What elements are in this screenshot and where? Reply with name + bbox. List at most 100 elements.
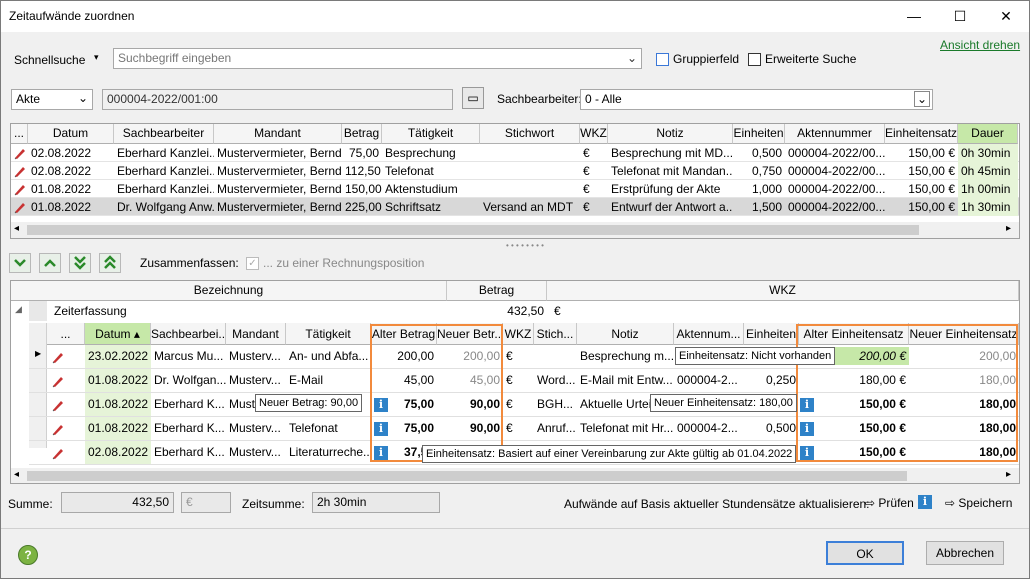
lower-col-header[interactable]: ... [47, 323, 85, 345]
pencil-edit-icon[interactable] [51, 374, 65, 388]
upper-scroll-thumb[interactable] [27, 225, 919, 235]
close-button[interactable]: ✕ [983, 1, 1029, 32]
lower-col-header[interactable]: Stich... [534, 323, 577, 345]
table-cell: 01.08.2022 [31, 200, 92, 214]
upper-col-header[interactable]: Sachbearbeiter [114, 124, 214, 144]
ok-button[interactable]: OK [826, 541, 904, 565]
pencil-edit-icon[interactable] [51, 422, 65, 436]
table-cell: 1,500 [751, 200, 782, 214]
minimize-button[interactable]: — [891, 1, 937, 32]
lower-col-header[interactable]: Sachbearbei... [151, 323, 226, 345]
lower-col-header[interactable]: Notiz [577, 323, 674, 345]
table-cell: 150,00 [345, 182, 382, 196]
group-row-wkz: € [554, 304, 561, 318]
pencil-edit-icon[interactable] [51, 398, 65, 412]
table-cell: Mustervermieter, Bernd [217, 200, 342, 214]
table-cell: 0,500 [751, 146, 782, 160]
arrow-right-icon: ⇨ [945, 496, 959, 510]
group-header-betrag[interactable]: Betrag [447, 281, 547, 301]
table-cell: Aktenstudium [385, 182, 458, 196]
table-cell: Erstprüfung der Akte [611, 182, 721, 196]
pencil-edit-icon[interactable] [51, 350, 65, 364]
maximize-button[interactable]: ☐ [937, 1, 983, 32]
pruefen-button[interactable]: ⇨ Prüfen [865, 496, 914, 510]
table-cell: 000004-2022/00... [788, 200, 885, 214]
erweiterte-suche-label: Erweiterte Suche [765, 52, 857, 66]
gruppierfeld-checkbox[interactable] [656, 53, 669, 66]
lower-col-header[interactable]: WKZ [503, 323, 534, 345]
move-bottom-button[interactable] [69, 253, 91, 273]
table-cell: € [583, 164, 590, 178]
table-cell: 000004-2022/00... [788, 182, 885, 196]
summe-label: Summe: [8, 497, 53, 511]
zusammenfassen-label: Zusammenfassen: [140, 256, 239, 270]
upper-col-header[interactable]: Einheiten [733, 124, 785, 144]
lower-col-header[interactable]: Einheiten [744, 323, 799, 345]
table-cell: 1h 00min [958, 180, 1018, 198]
akte-picker-icon[interactable]: ▭ [462, 87, 484, 109]
table-cell: Musterv... [229, 373, 281, 387]
upper-col-header[interactable]: Einheitensatz [885, 124, 958, 144]
table-cell: 225,00 [345, 200, 382, 214]
rechnungsposition-checkbox[interactable]: ✓ [246, 257, 259, 270]
lower-horizontal-scrollbar[interactable]: ◂ ▸ [11, 468, 1019, 483]
lower-col-header[interactable]: Datum ▴ [85, 323, 151, 345]
double-chevron-down-icon [74, 256, 86, 270]
ansicht-drehen-link[interactable]: Ansicht drehen [940, 38, 1020, 52]
upper-col-header[interactable]: Tätigkeit [382, 124, 480, 144]
erweiterte-suche-checkbox[interactable] [748, 53, 761, 66]
table-cell: € [506, 349, 513, 363]
lower-col-header[interactable]: Aktennum... [674, 323, 744, 345]
upper-col-header[interactable]: Dauer [958, 124, 1018, 144]
table-cell: Telefonat mit Hr... [580, 421, 674, 435]
upper-col-header[interactable]: Datum [28, 124, 114, 144]
pencil-edit-icon[interactable] [51, 446, 65, 460]
move-up-button[interactable] [39, 253, 61, 273]
table-cell: Entwurf der Antwort a... [611, 200, 733, 214]
rechnungsposition-label: ... zu einer Rechnungsposition [263, 256, 425, 270]
upper-horizontal-scrollbar[interactable]: ◂ ▸ [11, 222, 1019, 238]
table-cell: Eberhard Kanzlei... [117, 164, 214, 178]
chevron-down-icon[interactable]: ▾ [94, 52, 99, 63]
lower-scroll-thumb[interactable] [27, 471, 907, 481]
upper-col-header[interactable]: Stichwort [480, 124, 580, 144]
pencil-edit-icon[interactable] [13, 146, 27, 160]
search-input[interactable]: Suchbegriff eingeben ⌄ [113, 48, 642, 69]
speichern-button[interactable]: ⇨ Speichern [945, 496, 1012, 510]
betrag-highlight [370, 324, 503, 462]
zeitsumme-field: 2h 30min [312, 492, 440, 513]
expand-collapse-icon[interactable]: ◢ [15, 304, 22, 315]
pencil-edit-icon[interactable] [13, 164, 27, 178]
group-header-wkz[interactable]: WKZ [547, 281, 1019, 301]
table-cell: 000004-2022/00... [788, 146, 885, 160]
gruppierfeld-label: Gruppierfeld [673, 52, 740, 66]
upper-col-header[interactable]: Notiz [608, 124, 733, 144]
splitter-handle[interactable]: • • • • • • • • [506, 241, 544, 250]
pencil-edit-icon[interactable] [13, 200, 27, 214]
upper-col-header[interactable]: Mandant [214, 124, 342, 144]
current-row-icon: ▶ [35, 349, 42, 358]
lower-col-header[interactable]: Tätigkeit [286, 323, 371, 345]
table-cell: 75,00 [348, 146, 379, 160]
table-cell: Eberhard K... [154, 421, 225, 435]
sachbearbeiter-select[interactable]: 0 - Alle ⌄ [580, 89, 933, 110]
group-header-bezeichnung[interactable]: Bezeichnung [11, 281, 447, 301]
move-top-button[interactable] [99, 253, 121, 273]
abbrechen-button[interactable]: Abbrechen [926, 541, 1004, 565]
pruefen-info-icon[interactable]: i [918, 495, 932, 509]
table-cell: Musterv... [229, 445, 281, 459]
pencil-edit-icon[interactable] [13, 182, 27, 196]
table-cell: 150,00 € [908, 146, 955, 160]
table-cell: 0h 45min [958, 162, 1018, 180]
table-cell: 0h 30min [958, 144, 1018, 162]
help-icon[interactable]: ? [18, 545, 38, 565]
tooltip-neuer-einheitensatz: Neuer Einheitensatz: 180,00 [650, 394, 797, 412]
move-down-button[interactable] [9, 253, 31, 273]
upper-col-header[interactable]: ... [11, 124, 28, 144]
upper-col-header[interactable]: WKZ [580, 124, 608, 144]
akte-select[interactable]: Akte ⌄ [11, 89, 93, 110]
lower-col-header[interactable]: Mandant [226, 323, 286, 345]
akte-field[interactable]: 000004-2022/001:00 [102, 89, 453, 110]
upper-col-header[interactable]: Betrag [342, 124, 382, 144]
upper-col-header[interactable]: Aktennummer [785, 124, 885, 144]
